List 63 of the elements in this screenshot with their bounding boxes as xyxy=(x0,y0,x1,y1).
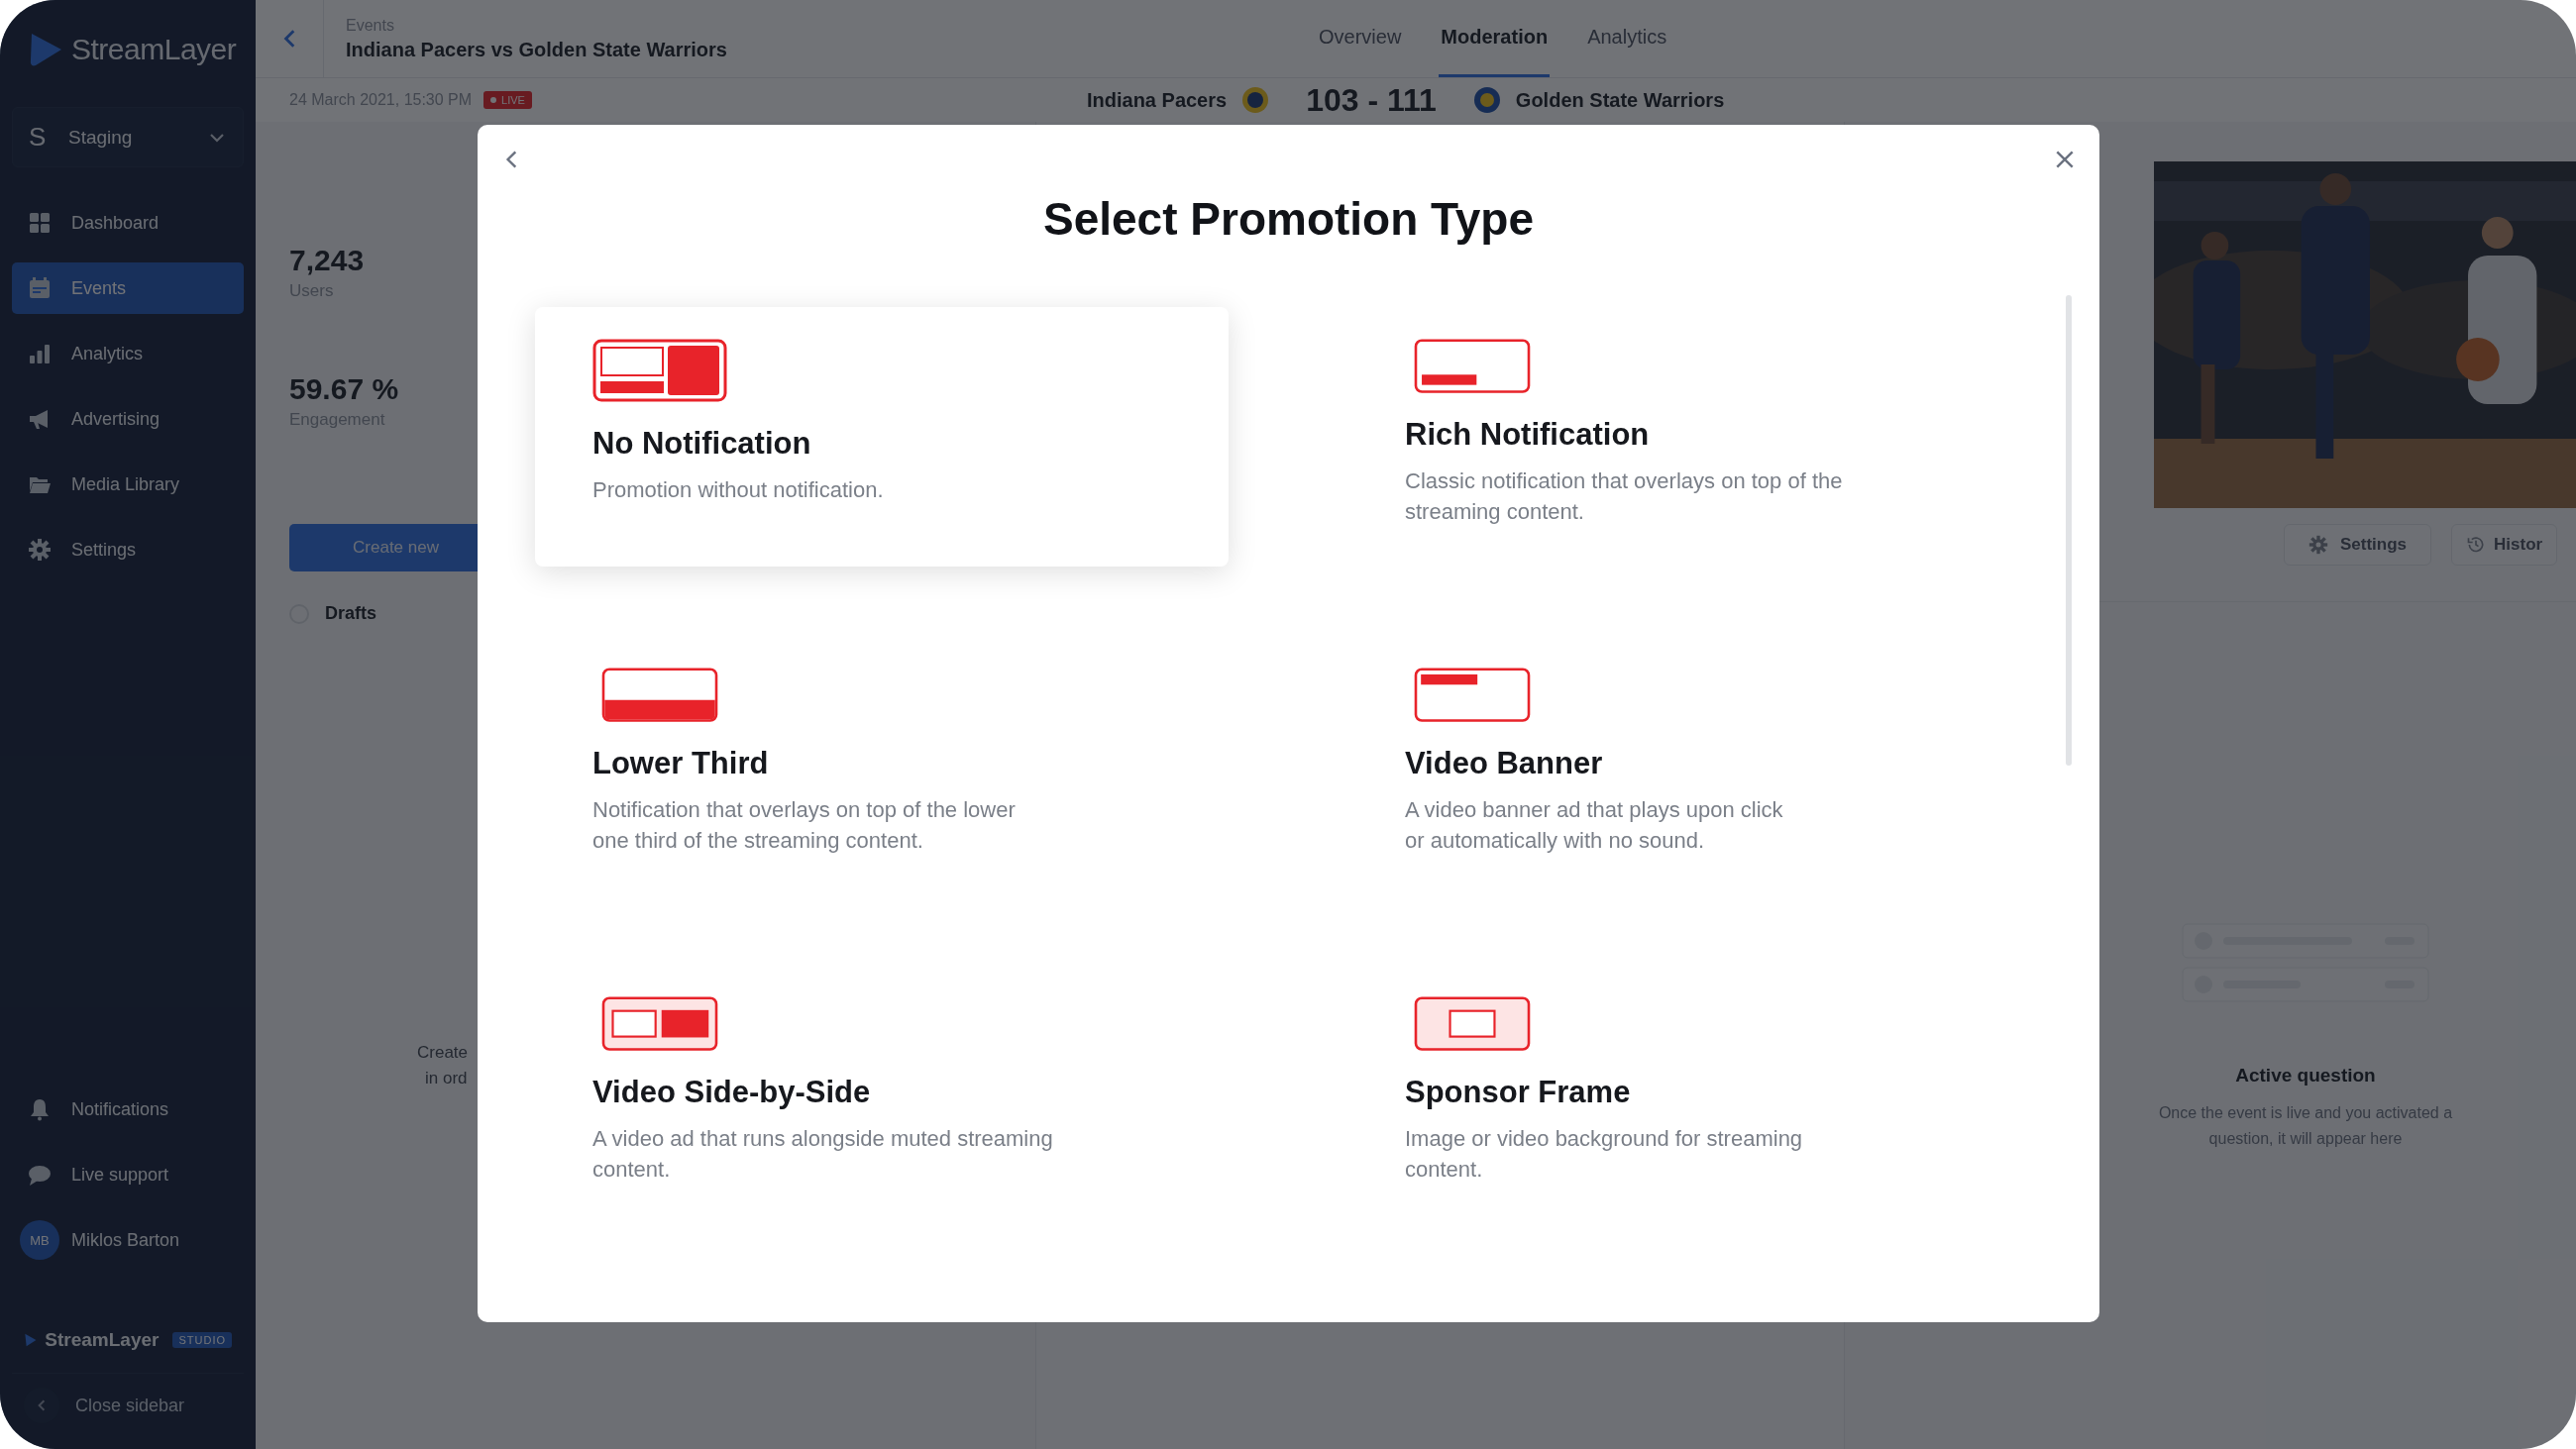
avatar: MB xyxy=(20,1220,59,1260)
bell-icon xyxy=(28,1097,52,1121)
grid-icon xyxy=(28,211,52,235)
stat-value: 7,243 xyxy=(289,244,365,277)
settings-icon xyxy=(2308,535,2328,555)
nav-item[interactable]: Media Library xyxy=(12,459,244,510)
option-description: A video banner ad that plays upon click or automatically with no sound. xyxy=(1405,796,1784,855)
promotion-option[interactable]: Rich Notification Classic notification that overlays on top of the streaming content. xyxy=(1347,307,2041,567)
nav-item[interactable]: Dashboard xyxy=(12,197,244,249)
live-badge: LIVE xyxy=(483,91,532,109)
promotion-option[interactable]: Video Banner A video banner ad that plays upon click or automatically with no sound. xyxy=(1347,636,2041,895)
settings-button[interactable]: Settings xyxy=(2284,524,2432,566)
workspace-initial: S xyxy=(29,122,48,153)
nav-item[interactable]: Notifications xyxy=(12,1084,244,1135)
workspace-name: Staging xyxy=(68,126,134,149)
close-icon[interactable] xyxy=(2054,149,2076,170)
nav-item[interactable]: Events xyxy=(12,262,244,314)
brand-name: StreamLayer xyxy=(45,1329,160,1351)
modal-title: Select Promotion Type xyxy=(1042,192,1535,246)
score: 103 - 111 xyxy=(1306,81,1437,119)
bar-chart-icon xyxy=(28,342,52,365)
nav-item[interactable]: Settings xyxy=(12,524,244,575)
option-title: Video Banner xyxy=(1405,746,1604,782)
nav-item[interactable]: Analytics xyxy=(12,328,244,379)
stat-value: 59.67 % xyxy=(289,372,399,406)
chat-bubble-icon xyxy=(28,1163,52,1187)
history-button[interactable]: Histor xyxy=(2451,524,2558,566)
promotion-option[interactable]: Video Side-by-Side A video ad that runs alongside muted streaming content. xyxy=(535,965,1229,1224)
empty-state-title: Active question xyxy=(2235,1065,2376,1087)
scrollbar[interactable] xyxy=(2066,295,2072,766)
settings-icon xyxy=(28,538,52,562)
option-title: Video Side-by-Side xyxy=(592,1075,872,1111)
layout-split-icon xyxy=(592,339,727,402)
drafts-label: Drafts xyxy=(325,603,376,624)
team-name: Golden State Warriors xyxy=(1515,88,1725,112)
option-description: Classic notification that overlays on top of the streaming content. xyxy=(1405,467,1844,526)
option-description: A video ad that runs alongside muted streaming content. xyxy=(592,1125,1054,1184)
nav-item[interactable]: Live support xyxy=(12,1149,244,1200)
event-title: Indiana Pacers vs Golden State Warriors xyxy=(346,38,728,61)
promotion-option[interactable]: Lower Third Notification that overlays on top of the lower one third of the streaming content. xyxy=(535,636,1229,895)
promotion-option[interactable]: No Notification Promotion without notification. xyxy=(535,307,1229,567)
user-name: Miklos Barton xyxy=(71,1229,180,1251)
team-emblem-icon xyxy=(1240,85,1271,115)
team-name: Indiana Pacers xyxy=(1086,88,1228,112)
workspace-selector[interactable]: S Staging xyxy=(12,107,244,167)
user-profile[interactable]: MB Miklos Barton xyxy=(12,1214,244,1266)
logo-text: StreamLayer xyxy=(71,33,237,66)
close-sidebar-button[interactable]: Close sidebar xyxy=(12,1374,244,1433)
option-description: Image or video background for streaming content. xyxy=(1405,1125,1804,1184)
option-description: Promotion without notification. xyxy=(592,476,885,504)
option-title: Sponsor Frame xyxy=(1405,1075,1632,1111)
tab[interactable]: Analytics xyxy=(1585,0,1669,77)
hint-text: Create in ord xyxy=(417,1042,470,1090)
option-title: Lower Third xyxy=(592,746,770,782)
nav-item[interactable]: Advertising xyxy=(12,393,244,445)
promotion-option[interactable]: Sponsor Frame Image or video background for streaming content. xyxy=(1347,965,2041,1224)
tab[interactable]: Overview xyxy=(1317,0,1404,77)
studio-badge: STUDIO xyxy=(172,1332,232,1348)
option-description: Notification that overlays on top of the lower one third of the streaming content. xyxy=(592,796,1017,855)
team-emblem-icon xyxy=(1471,85,1502,115)
option-title: No Notification xyxy=(592,426,812,462)
calendar-icon xyxy=(28,276,52,300)
option-title: Rich Notification xyxy=(1405,417,1651,454)
